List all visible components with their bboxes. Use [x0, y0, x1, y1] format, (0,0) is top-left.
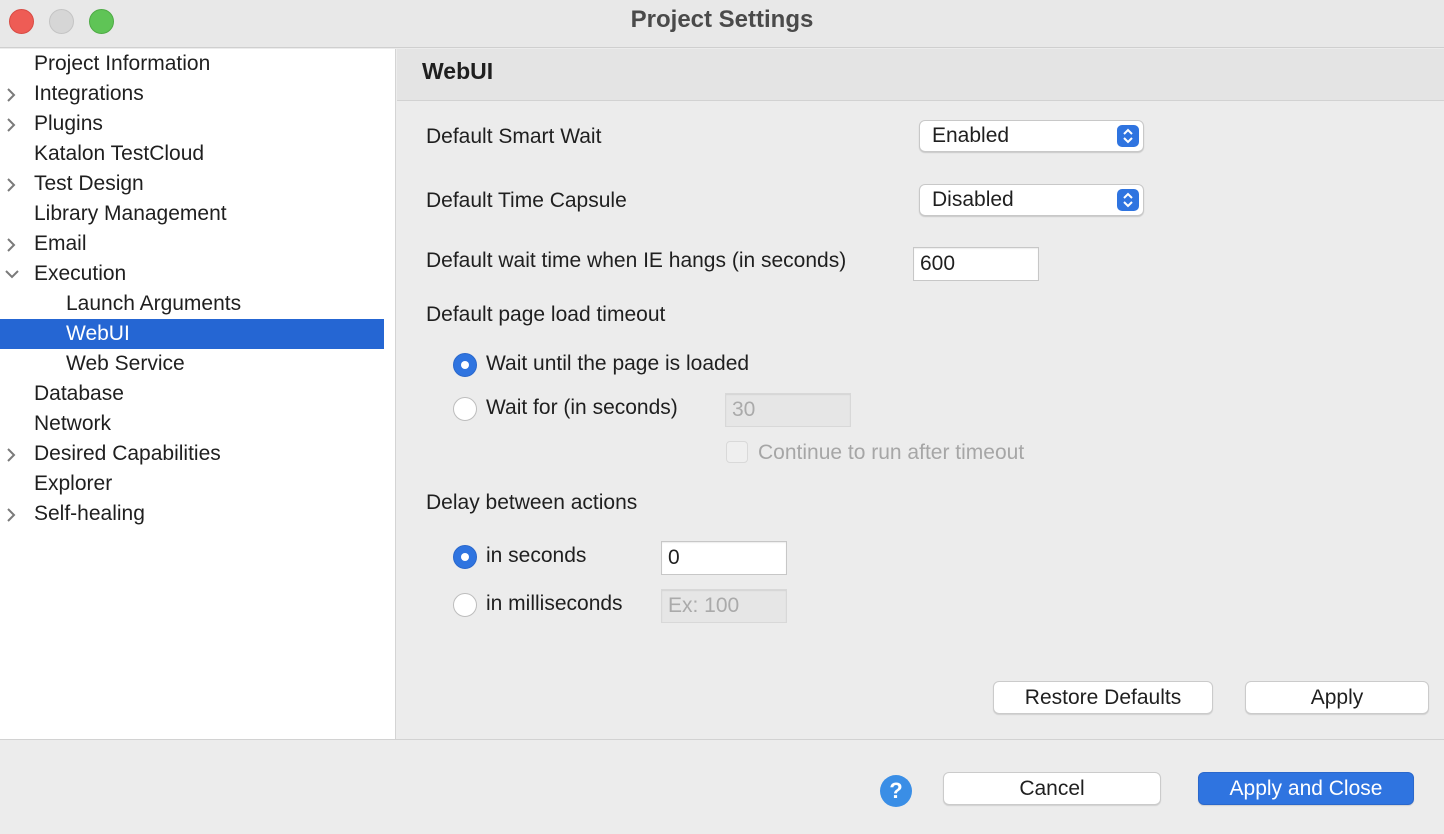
sidebar-item-label: Launch Arguments	[66, 292, 242, 315]
panel-title: WebUI	[422, 58, 494, 84]
sidebar-item-label: Project Information	[34, 52, 211, 75]
smart-wait-label: Default Smart Wait	[426, 125, 602, 148]
dialog-footer: ? Cancel Apply and Close	[0, 739, 1444, 834]
delay-ms-label[interactable]: in milliseconds	[486, 592, 623, 616]
ie-wait-input[interactable]: 600	[913, 247, 1039, 281]
sidebar-item-launch-arguments[interactable]: Launch Arguments	[0, 289, 384, 319]
sidebar-item-project-information[interactable]: Project Information	[0, 49, 384, 79]
panel-header: WebUI	[397, 49, 1444, 101]
window-title: Project Settings	[630, 6, 814, 33]
chevron-down-icon[interactable]	[2, 259, 22, 289]
sidebar-item-katalon-testcloud[interactable]: Katalon TestCloud	[0, 139, 384, 169]
delay-ms-radio[interactable]	[453, 593, 477, 617]
apply-button[interactable]: Apply	[1245, 681, 1429, 714]
cancel-button[interactable]: Cancel	[943, 772, 1161, 805]
settings-tree: Project Information Integrations Plugins Ka…	[0, 49, 396, 739]
sidebar-item-label: Test Design	[34, 172, 144, 195]
delay-seconds-radio[interactable]	[453, 545, 477, 569]
page-load-label: Default page load timeout	[426, 303, 666, 326]
sidebar-item-webui[interactable]: WebUI	[0, 319, 384, 349]
delay-ms-input[interactable]: Ex: 100	[661, 589, 787, 623]
sidebar-item-integrations[interactable]: Integrations	[0, 79, 384, 109]
ie-wait-label: Default wait time when IE hangs (in seco…	[426, 249, 847, 272]
sidebar-item-label: Self-healing	[34, 502, 145, 525]
wait-for-seconds-input[interactable]: 30	[725, 393, 851, 427]
continue-after-timeout-checkbox[interactable]	[726, 441, 748, 463]
time-capsule-select[interactable]: Disabled	[919, 184, 1144, 216]
sidebar-item-web-service[interactable]: Web Service	[0, 349, 384, 379]
continue-after-timeout-label: Continue to run after timeout	[758, 441, 1025, 464]
sidebar-item-label: Execution	[34, 262, 127, 285]
page-loaded-label[interactable]: Wait until the page is loaded	[486, 352, 749, 376]
smart-wait-select[interactable]: Enabled	[919, 120, 1144, 152]
select-arrows-icon	[1117, 125, 1139, 147]
chevron-right-icon[interactable]	[2, 169, 22, 199]
sidebar-item-network[interactable]: Network	[0, 409, 384, 439]
sidebar-item-self-healing[interactable]: Self-healing	[0, 499, 384, 529]
settings-panel: WebUI Default Smart Wait Enabled Default…	[397, 49, 1444, 739]
sidebar-item-label: Email	[34, 232, 87, 255]
chevron-right-icon[interactable]	[2, 79, 22, 109]
restore-defaults-button[interactable]: Restore Defaults	[993, 681, 1213, 714]
chevron-right-icon[interactable]	[2, 109, 22, 139]
delay-label: Delay between actions	[426, 491, 638, 514]
help-icon[interactable]: ?	[880, 775, 912, 807]
sidebar-item-database[interactable]: Database	[0, 379, 384, 409]
sidebar-item-label: Library Management	[34, 202, 227, 225]
sidebar-item-label: Katalon TestCloud	[34, 142, 205, 165]
sidebar-item-test-design[interactable]: Test Design	[0, 169, 384, 199]
wait-for-radio[interactable]	[453, 397, 477, 421]
sidebar-item-email[interactable]: Email	[0, 229, 384, 259]
time-capsule-value: Disabled	[932, 188, 1014, 211]
sidebar-item-execution[interactable]: Execution	[0, 259, 384, 289]
sidebar-item-label: Database	[34, 382, 124, 405]
chevron-right-icon[interactable]	[2, 439, 22, 469]
sidebar-item-label: Explorer	[34, 472, 113, 495]
title-bar: Project Settings	[0, 0, 1444, 48]
apply-and-close-button[interactable]: Apply and Close	[1198, 772, 1414, 805]
sidebar-item-label: WebUI	[66, 322, 130, 345]
delay-seconds-input[interactable]: 0	[661, 541, 787, 575]
sidebar-item-library-management[interactable]: Library Management	[0, 199, 384, 229]
sidebar-item-desired-capabilities[interactable]: Desired Capabilities	[0, 439, 384, 469]
wait-for-label[interactable]: Wait for (in seconds)	[486, 396, 678, 420]
chevron-right-icon[interactable]	[2, 229, 22, 259]
time-capsule-label: Default Time Capsule	[426, 189, 627, 212]
select-arrows-icon	[1117, 189, 1139, 211]
sidebar-item-label: Plugins	[34, 112, 103, 135]
sidebar-item-label: Integrations	[34, 82, 144, 105]
sidebar-item-label: Network	[34, 412, 112, 435]
sidebar-item-plugins[interactable]: Plugins	[0, 109, 384, 139]
delay-seconds-label[interactable]: in seconds	[486, 544, 586, 568]
sidebar-item-label: Web Service	[66, 352, 185, 375]
sidebar-item-label: Desired Capabilities	[34, 442, 221, 465]
sidebar-item-explorer[interactable]: Explorer	[0, 469, 384, 499]
chevron-right-icon[interactable]	[2, 499, 22, 529]
page-loaded-radio[interactable]	[453, 353, 477, 377]
smart-wait-value: Enabled	[932, 124, 1010, 147]
